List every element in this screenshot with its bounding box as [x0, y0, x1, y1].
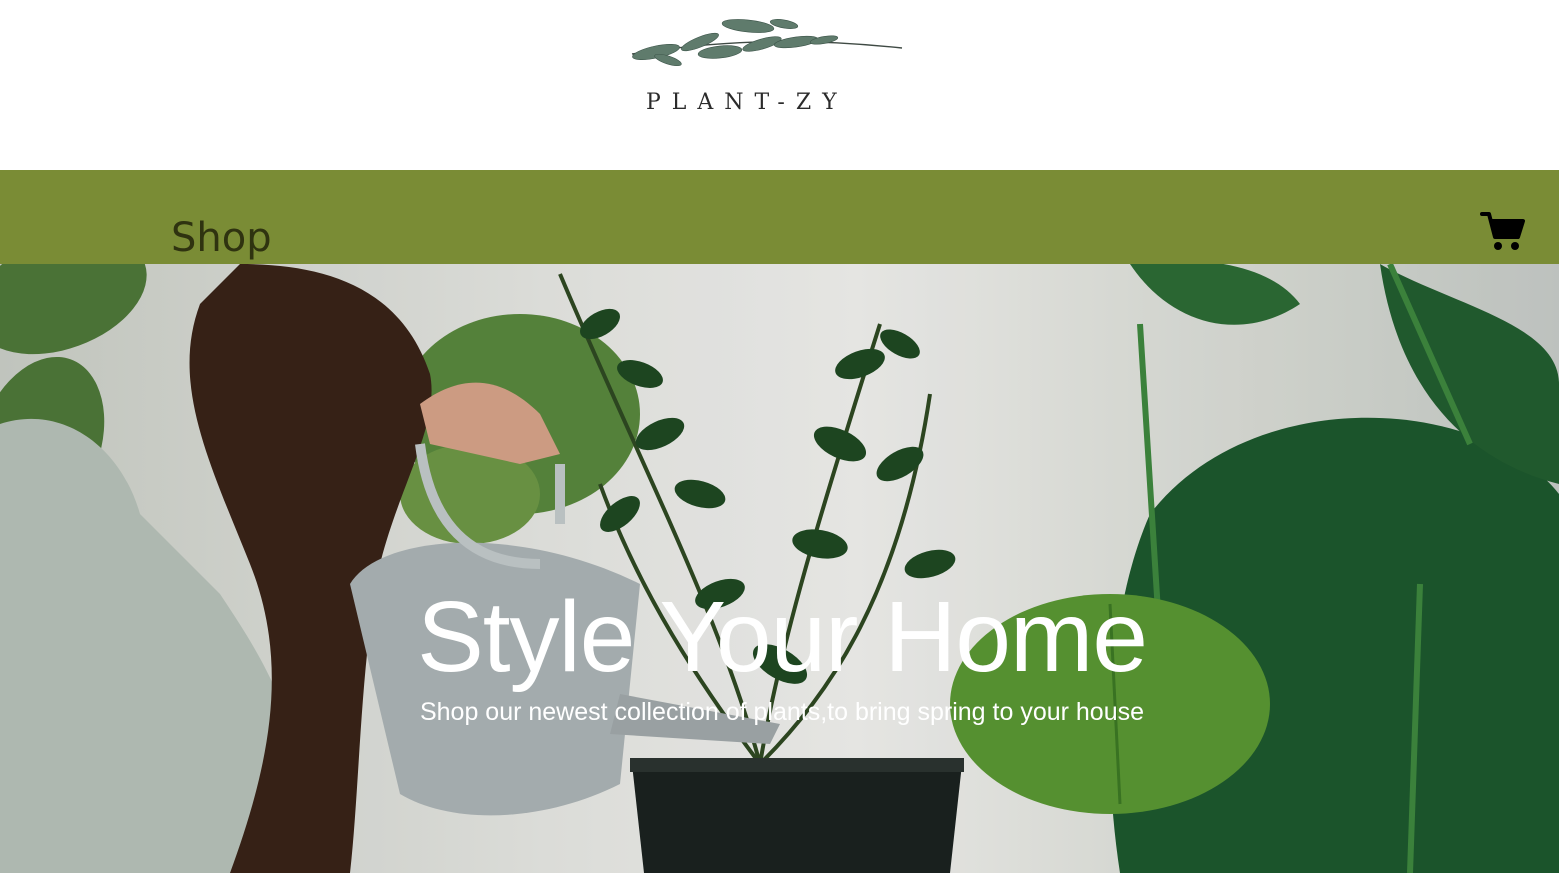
hero-image [0, 264, 1559, 873]
hero-title: Style Your Home [417, 581, 1148, 693]
page-bottom-divider [0, 873, 1559, 877]
brand-logo[interactable]: PLANT-ZY [628, 16, 908, 114]
leaf-branch-icon [631, 19, 903, 67]
site-header: PLANT-ZY [0, 0, 1559, 170]
hero-subtitle: Shop our newest collection of plants,to … [419, 698, 1145, 726]
nav-item-shop[interactable]: Shop [171, 214, 272, 262]
main-nav: Shop [0, 170, 1559, 264]
brand-name: PLANT-ZY [646, 90, 848, 115]
cart-icon[interactable] [1480, 210, 1526, 252]
hero-banner: Style Your Home Shop our newest collecti… [0, 264, 1559, 873]
